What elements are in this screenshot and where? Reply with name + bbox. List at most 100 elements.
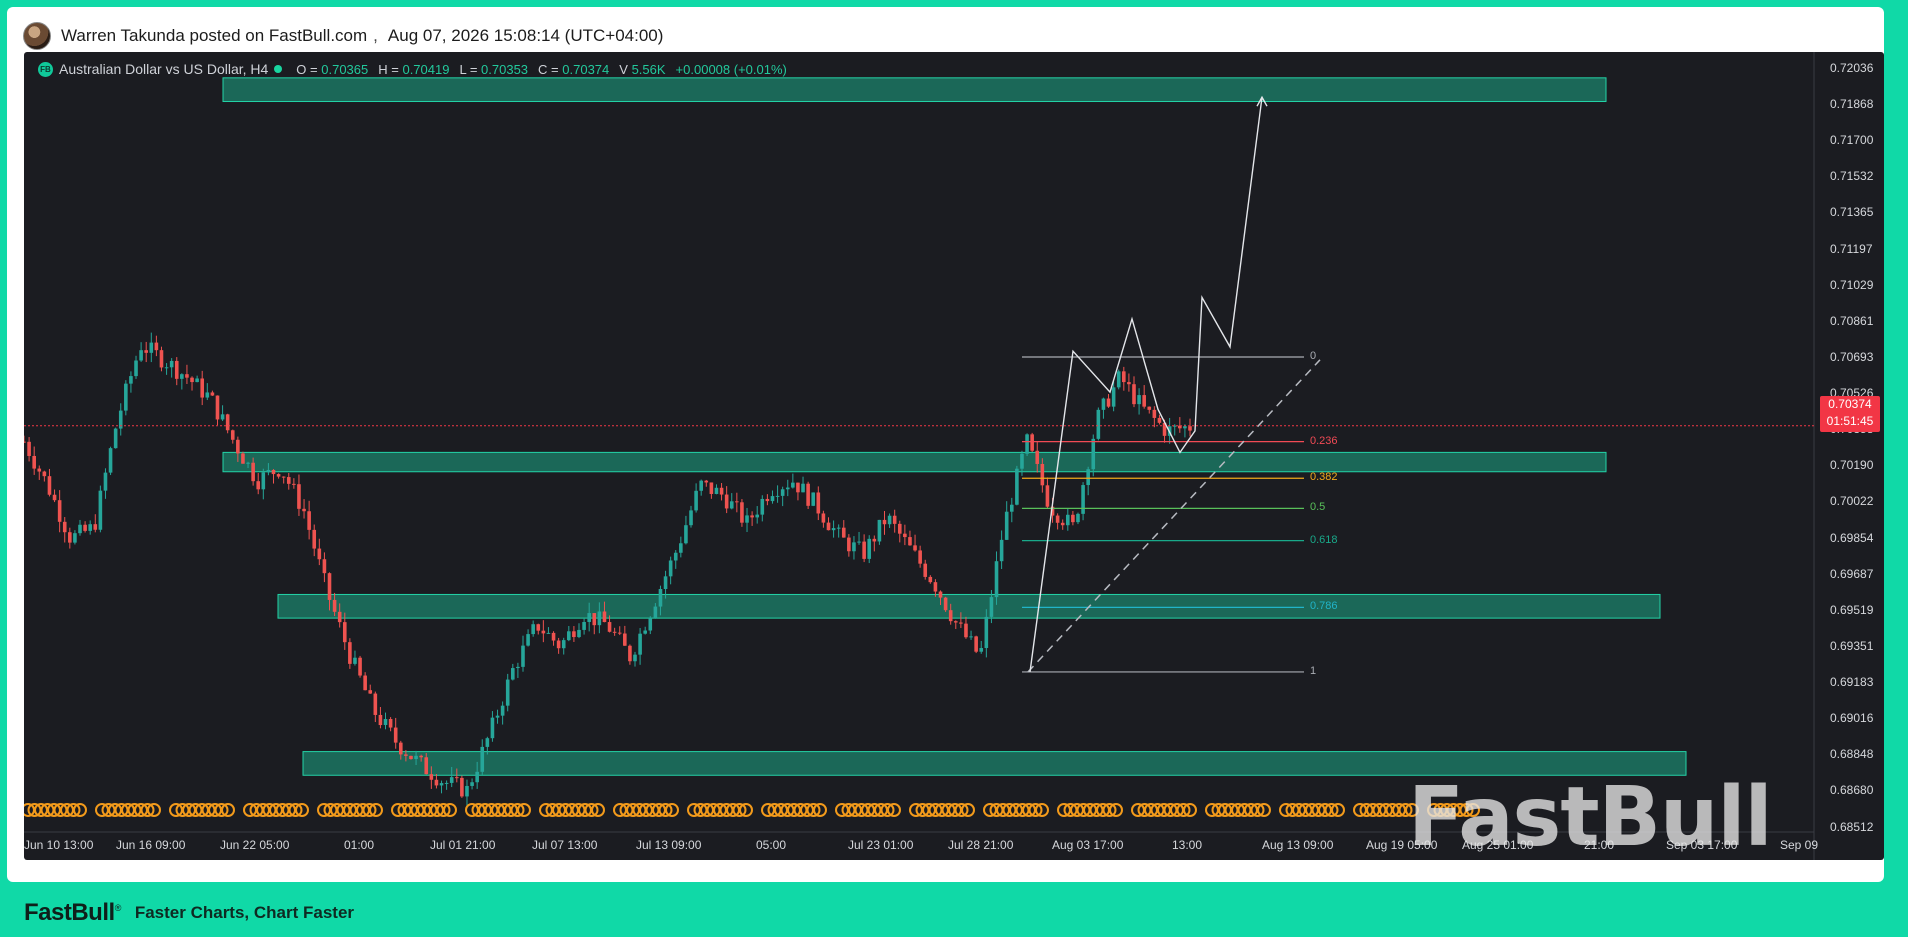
time-axis-label: Aug 03 17:00	[1052, 838, 1124, 852]
candle-body	[760, 498, 765, 515]
candle-body	[724, 494, 729, 509]
author-avatar[interactable]	[23, 22, 51, 50]
candle-body	[449, 777, 454, 783]
candle-body	[149, 342, 154, 353]
fib-level-label: 1	[1310, 664, 1317, 677]
price-axis-label: 0.71868	[1830, 97, 1874, 112]
price-axis-label: 0.71700	[1830, 133, 1874, 148]
candle-body	[271, 469, 276, 475]
time-axis-label: Sep 09	[1780, 838, 1819, 852]
candle-body	[582, 621, 586, 630]
candle-body	[989, 597, 994, 617]
low-label: L =	[459, 61, 478, 77]
candle-body	[780, 489, 785, 496]
price-axis-label: 0.68680	[1830, 783, 1874, 798]
candle-body	[73, 533, 77, 543]
supply-demand-zone	[222, 77, 1607, 103]
candle-body	[694, 490, 698, 511]
candle-body	[841, 527, 846, 538]
candle-body	[225, 414, 230, 431]
candle-body	[714, 487, 719, 494]
candle-body	[755, 514, 760, 518]
low-value: 0.70353	[481, 61, 529, 77]
candle-body	[592, 613, 597, 626]
close-value: 0.70374	[562, 61, 610, 77]
candle-body	[521, 645, 525, 667]
candle-body	[93, 524, 98, 530]
candle-body	[628, 645, 632, 662]
candle-body	[98, 490, 103, 530]
candle-body	[169, 360, 174, 368]
candle-body	[246, 462, 250, 464]
candle-body	[969, 636, 973, 638]
candle-body	[174, 360, 179, 379]
candle-body	[129, 376, 133, 384]
candle-body	[862, 541, 866, 559]
candle-body	[205, 392, 210, 398]
candle-body	[241, 453, 245, 464]
candle-body	[1091, 438, 1096, 470]
candle-body	[434, 779, 439, 786]
candle-body	[180, 374, 184, 379]
candle-body	[454, 777, 459, 779]
candle-body	[516, 666, 520, 669]
candle-body	[740, 502, 744, 523]
candle-body	[872, 538, 877, 542]
price-chart-svg[interactable]	[24, 52, 1884, 860]
candle-body	[648, 617, 653, 631]
candle-body	[27, 441, 31, 456]
candle-body	[918, 550, 922, 564]
candle-body	[729, 501, 734, 509]
candle-body	[556, 640, 561, 649]
candle-body	[266, 469, 271, 473]
candle-body	[388, 719, 393, 728]
time-axis-label: Jul 23 01:00	[848, 838, 914, 852]
candle-body	[536, 624, 541, 631]
candle-body	[312, 529, 317, 549]
candle-body	[617, 632, 622, 634]
candle-body	[419, 755, 423, 758]
candle-body	[281, 476, 286, 478]
candle-body	[770, 496, 775, 502]
price-axis-label: 0.68512	[1830, 819, 1874, 834]
candle-body	[673, 552, 678, 561]
candle-body	[831, 528, 836, 531]
price-axis-label: 0.71197	[1830, 241, 1873, 256]
candle-body	[612, 631, 617, 633]
high-label: H =	[378, 61, 399, 77]
post-header: Warren Takunda posted on FastBull.com , …	[23, 16, 663, 56]
supply-demand-zone	[277, 593, 1661, 619]
candle-body	[409, 755, 413, 760]
candle-body	[857, 541, 861, 543]
candle-body	[1040, 463, 1045, 486]
candle-body	[1065, 514, 1070, 526]
candle-body	[251, 462, 255, 482]
candle-body	[775, 495, 780, 497]
symbol-name[interactable]: Australian Dollar vs US Dollar, H4	[59, 61, 268, 77]
footer-logo[interactable]: FastBull®	[24, 899, 121, 927]
candle-body	[220, 414, 225, 420]
chart-canvas[interactable]: FB Australian Dollar vs US Dollar, H4 O …	[24, 52, 1884, 860]
candle-body	[292, 483, 296, 485]
fib-level-label: 0.786	[1310, 600, 1338, 613]
candle-body	[1183, 426, 1187, 429]
fib-level-label: 0.382	[1310, 471, 1338, 484]
candle-body	[897, 523, 902, 534]
post-author-line[interactable]: Warren Takunda posted on FastBull.com	[61, 26, 367, 46]
volume-label: V	[619, 61, 628, 77]
candle-body	[745, 515, 749, 523]
candle-body	[750, 515, 754, 518]
candle-body	[567, 631, 571, 641]
candle-body	[195, 378, 199, 383]
candle-body	[979, 648, 984, 652]
candle-body	[52, 494, 57, 501]
fib-level-label: 0.5	[1310, 501, 1326, 514]
time-axis-label: 05:00	[756, 838, 787, 852]
candle-body	[134, 360, 138, 377]
price-axis-label: 0.68848	[1830, 747, 1874, 762]
candle-body	[297, 484, 301, 509]
ohlc-close: C = 0.70374	[538, 62, 609, 77]
candle-body	[719, 487, 724, 495]
price-axis-label: 0.69016	[1830, 711, 1874, 725]
ohlc-volume: V 5.56K	[619, 62, 665, 77]
